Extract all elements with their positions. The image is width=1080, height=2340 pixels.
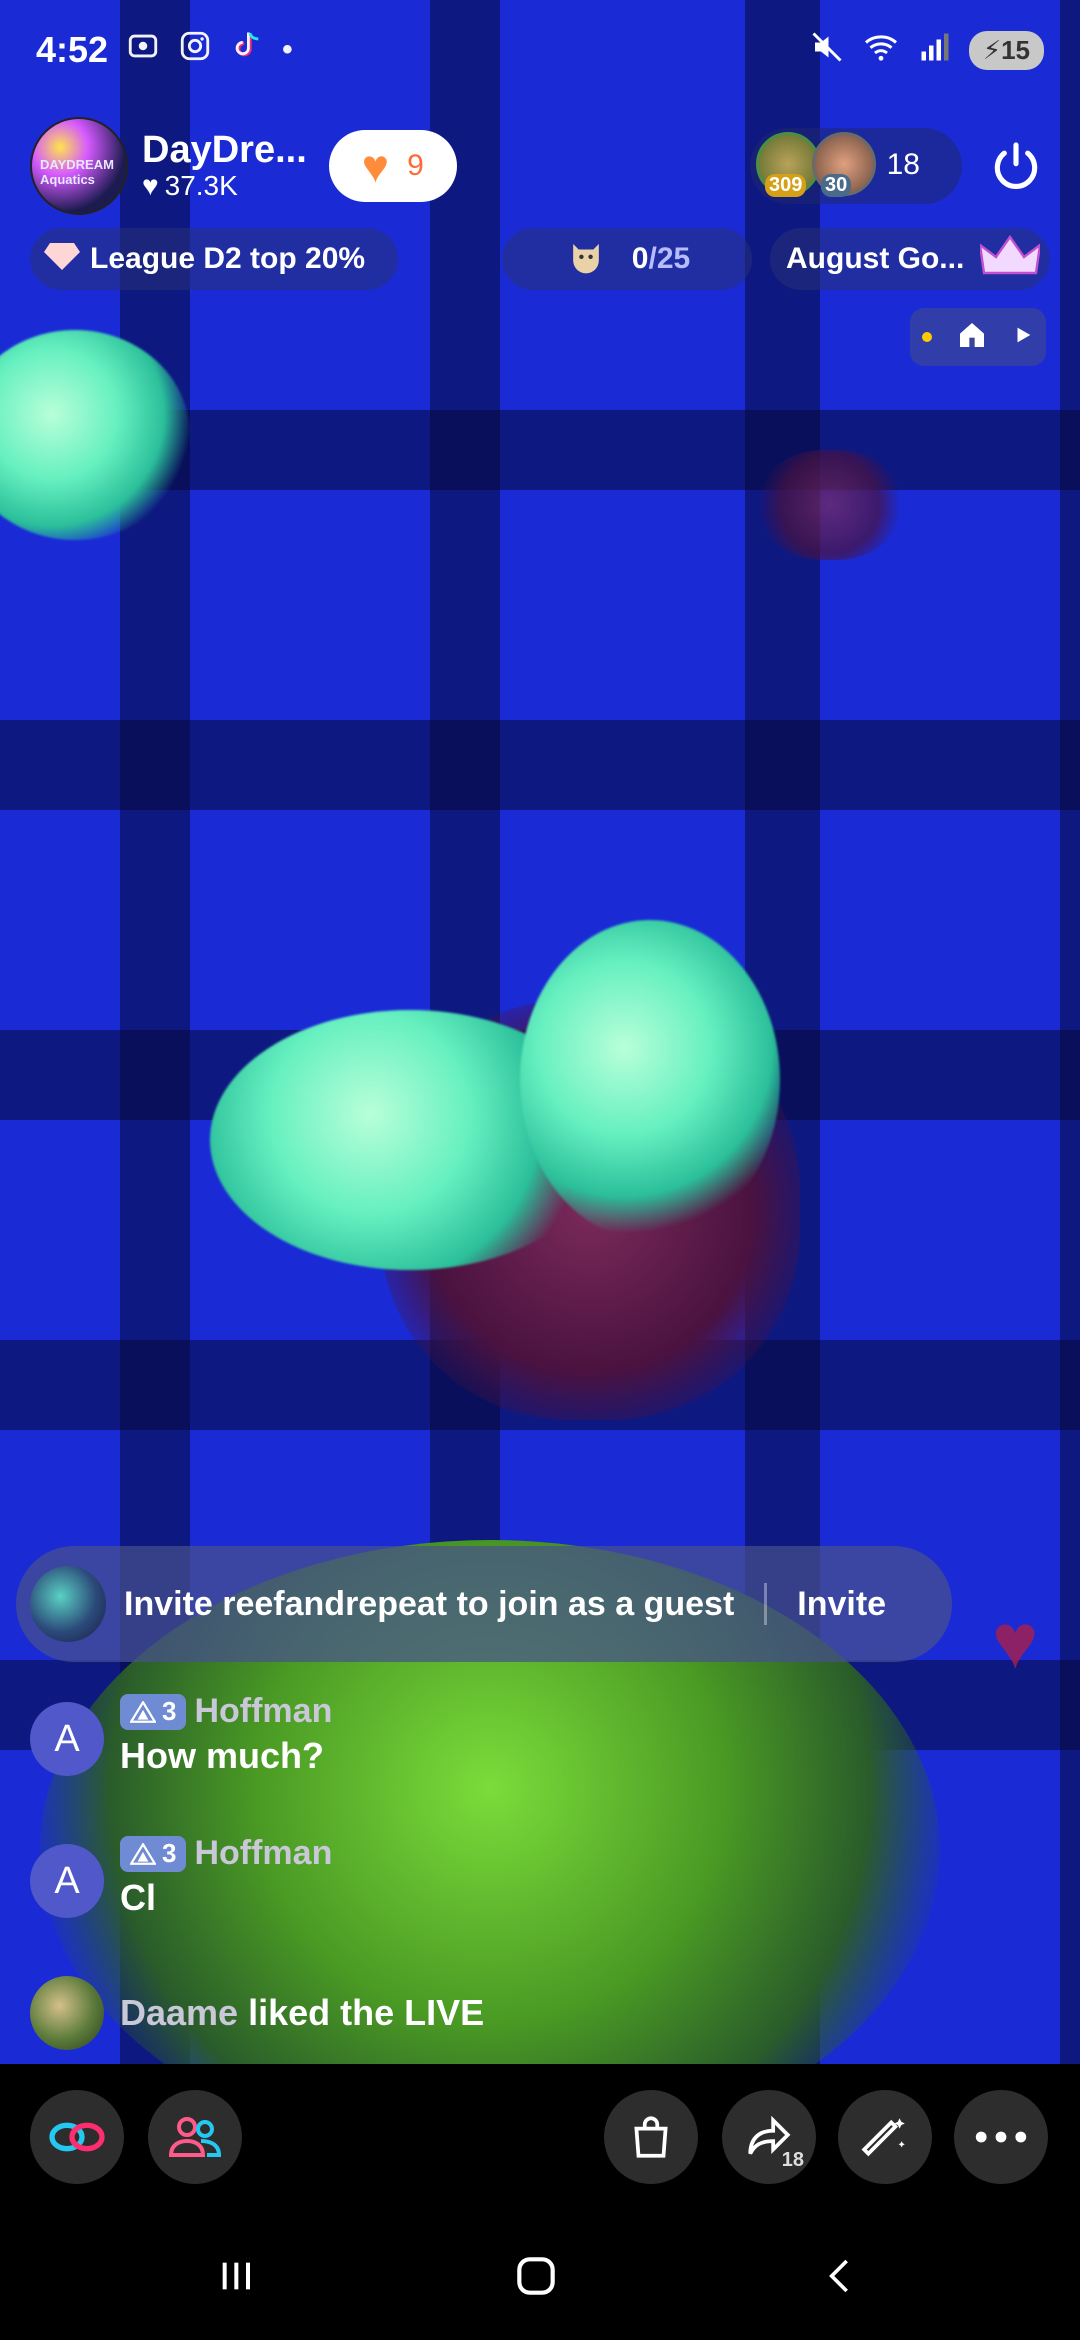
- orange-heart-icon: ♥: [361, 140, 390, 192]
- home-button[interactable]: [496, 2246, 576, 2306]
- invite-text: Invite reefandrepeat to join as a guest: [124, 1584, 735, 1623]
- magic-wand-icon: [861, 2118, 905, 2157]
- league-pill[interactable]: League D2 top 20%: [30, 228, 398, 290]
- host-followers: 37.3K: [164, 170, 238, 201]
- signal-icon: [917, 29, 953, 72]
- level-icon: [130, 1842, 156, 1865]
- message-text: Cl: [120, 1877, 156, 1918]
- system-message: Daame liked the LIVE: [30, 1976, 484, 2050]
- home-icon: [956, 319, 988, 356]
- recents-icon: [222, 2262, 250, 2290]
- wifi-icon: [861, 29, 901, 72]
- viewer-avatar[interactable]: 309: [756, 132, 820, 197]
- goal-total: /25: [648, 242, 691, 275]
- username[interactable]: Hoffman: [194, 1834, 332, 1873]
- screenshot-icon: [126, 29, 160, 71]
- guest-avatar: [30, 1566, 106, 1642]
- clock: 4:52: [36, 29, 109, 70]
- august-goal-pill[interactable]: August Go...: [770, 228, 1050, 290]
- viewer-avatar[interactable]: 30: [812, 132, 876, 197]
- more-icon: [975, 2131, 1027, 2143]
- more-button[interactable]: [954, 2090, 1048, 2184]
- instagram-icon: [178, 29, 212, 71]
- august-goal-text: August Go...: [786, 242, 965, 275]
- user-avatar[interactable]: A: [30, 1844, 104, 1918]
- viewer-count: 18: [886, 148, 920, 181]
- cat-icon: [564, 233, 608, 285]
- system-message-text: liked the LIVE: [248, 1992, 485, 2033]
- divider: [764, 1583, 768, 1625]
- share-button[interactable]: 18: [722, 2090, 816, 2184]
- dot-icon: •: [282, 33, 293, 66]
- tiktok-icon: [230, 29, 264, 71]
- link-icon: [49, 2122, 105, 2152]
- invite-button[interactable]: Invite: [797, 1585, 886, 1624]
- username[interactable]: Hoffman: [194, 1692, 332, 1731]
- host-name: DayDre...: [142, 129, 307, 171]
- effects-button[interactable]: [838, 2090, 932, 2184]
- viewer-list[interactable]: 309 30 18: [750, 128, 962, 204]
- like-button[interactable]: ♥ 9: [328, 130, 457, 202]
- mute-icon: [809, 29, 845, 72]
- viewer-badge: 309: [765, 174, 807, 197]
- chat-message: A 3 Hoffman Cl: [30, 1834, 332, 1919]
- floating-heart-icon: ♥: [992, 1597, 1039, 1685]
- level-badge: 3: [120, 1693, 187, 1730]
- goal-pill[interactable]: 0/25: [502, 228, 752, 290]
- chat-message: A 3 Hoffman How much?: [30, 1692, 332, 1777]
- level-badge: 3: [120, 1835, 187, 1872]
- diamond-icon: [44, 240, 80, 278]
- username[interactable]: Daame: [120, 1992, 238, 2033]
- power-icon: [994, 142, 1038, 189]
- shopping-bag-icon: [634, 2116, 668, 2158]
- invite-banner[interactable]: Invite reefandrepeat to join as a guest …: [16, 1546, 952, 1662]
- host-info[interactable]: DAYDREAM Aquatics DayDre... ♥ 37.3K ♥ 9: [30, 117, 457, 215]
- battery-indicator: ⚡15: [968, 30, 1044, 70]
- host-avatar[interactable]: DAYDREAM Aquatics: [30, 117, 128, 215]
- back-button[interactable]: [800, 2246, 880, 2306]
- system-nav-bar: [0, 2206, 1080, 2340]
- yellow-dot-icon: [922, 332, 932, 342]
- end-live-button[interactable]: [984, 134, 1048, 198]
- guests-button[interactable]: [148, 2090, 242, 2184]
- user-avatar[interactable]: [30, 1976, 104, 2050]
- bottom-toolbar: 18: [0, 2064, 1080, 2206]
- level-icon: [130, 1700, 156, 1723]
- share-count: 18: [781, 2149, 804, 2171]
- link-button[interactable]: [30, 2090, 124, 2184]
- heart-icon: ♥: [142, 170, 159, 201]
- viewer-badge: 30: [821, 174, 852, 197]
- crown-icon: [978, 232, 1042, 286]
- goal-current: 0: [631, 242, 649, 275]
- user-avatar[interactable]: A: [30, 1702, 104, 1776]
- people-icon: [168, 2117, 222, 2157]
- status-bar: 4:52 • ⚡15: [0, 0, 1080, 100]
- like-count: 9: [407, 149, 424, 182]
- host-logo-text: DAYDREAM Aquatics: [40, 157, 114, 187]
- back-chevron-icon: [829, 2259, 848, 2293]
- shop-button[interactable]: [604, 2090, 698, 2184]
- recent-apps-button[interactable]: [196, 2246, 276, 2306]
- home-square-icon: [517, 2257, 555, 2295]
- league-text: League D2 top 20%: [90, 242, 366, 275]
- mini-widget[interactable]: [910, 308, 1046, 366]
- message-text: How much?: [120, 1735, 324, 1776]
- play-arrow-icon: [1012, 324, 1034, 351]
